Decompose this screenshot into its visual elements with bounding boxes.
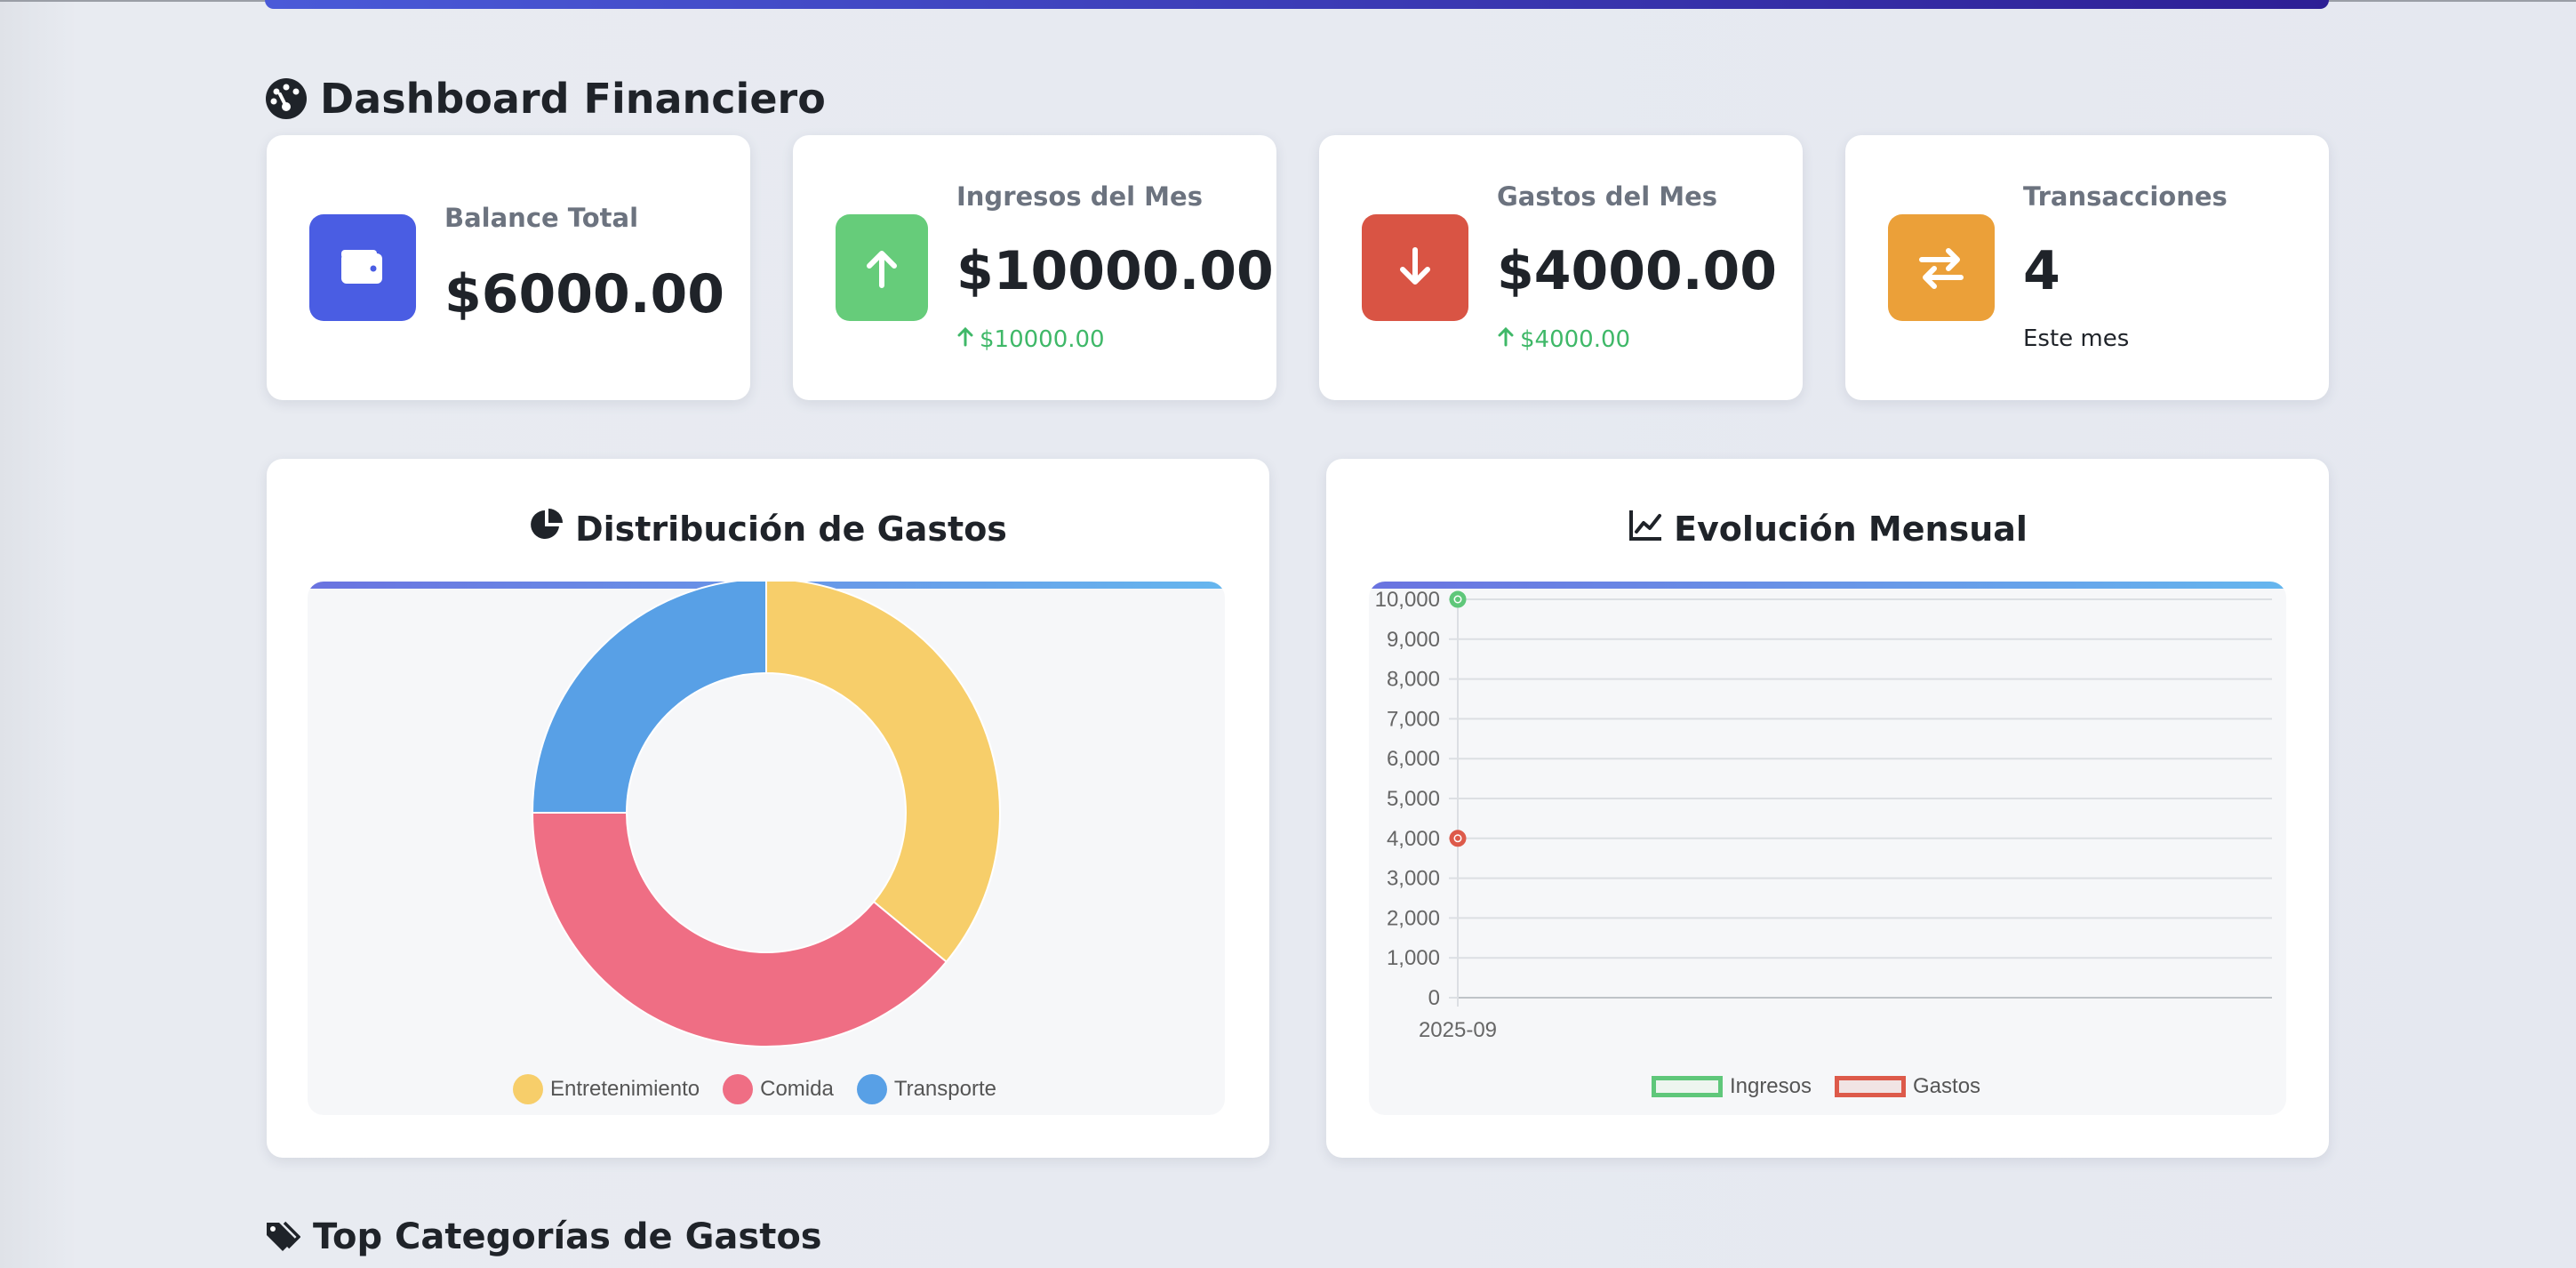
y-tick-label: 0 [1428, 986, 1440, 1010]
stat-value: 4 [2023, 240, 2060, 302]
pie-slice-transporte[interactable] [531, 582, 767, 814]
stat-change-text: $4000.00 [1520, 325, 1631, 353]
y-tick-label: 7,000 [1387, 707, 1440, 731]
y-tick-label: 3,000 [1387, 867, 1440, 891]
arrow-up-small-icon [1497, 325, 1515, 353]
y-tick-label: 10,000 [1375, 588, 1440, 612]
legend-label: Ingresos [1729, 1074, 1812, 1098]
stat-change: $10000.00 [956, 325, 1105, 353]
stat-label: Transacciones [2023, 181, 2228, 212]
evolution-title-text: Evolución Mensual [1674, 509, 2028, 549]
stat-label: Ingresos del Mes [956, 181, 1203, 212]
x-tick-label: 2025-09 [1419, 1018, 1497, 1042]
y-tick-label: 8,000 [1387, 668, 1440, 692]
legend-item[interactable]: Ingresos [1651, 1074, 1812, 1099]
stat-change-text: $10000.00 [980, 325, 1105, 353]
evolution-legend: Ingresos Gastos [1369, 1074, 2286, 1099]
pie-slice-comida[interactable] [531, 812, 948, 1047]
y-tick-label: 4,000 [1387, 827, 1440, 851]
exchange-icon [1888, 214, 1995, 321]
pie-slice-entretenimiento[interactable] [765, 582, 1001, 964]
legend-label: Comida [760, 1077, 834, 1101]
distribution-legend: Entretenimiento Comida Transporte [308, 1074, 1225, 1104]
y-tick-label: 9,000 [1387, 628, 1440, 652]
legend-item[interactable]: Entretenimiento [513, 1074, 700, 1104]
legend-item[interactable]: Comida [723, 1074, 834, 1104]
stat-card-income: Ingresos del Mes $10000.00 $10000.00 [793, 135, 1276, 400]
arrow-down-icon [1362, 214, 1468, 321]
stat-value: $10000.00 [956, 240, 1274, 302]
line-chart-icon [1628, 507, 1663, 550]
stat-value: $4000.00 [1497, 240, 1778, 302]
stat-value: $6000.00 [444, 263, 725, 325]
stat-card-balance: Balance Total $6000.00 [267, 135, 750, 400]
arrow-up-icon [836, 214, 928, 321]
data-point-core [1455, 835, 1460, 841]
stat-change: $4000.00 [1497, 325, 1630, 353]
top-categories-title: Top Categorías de Gastos [265, 1216, 822, 1257]
evolution-panel: Evolución Mensual 10,000 9,000 8,000 7,000 6… [1326, 459, 2329, 1158]
legend-swatch [1835, 1076, 1907, 1097]
page-title: Dashboard Financiero [265, 75, 826, 123]
arrow-up-small-icon [956, 325, 974, 353]
distribution-title-text: Distribución de Gastos [575, 509, 1007, 549]
stat-card-expenses: Gastos del Mes $4000.00 $4000.00 [1319, 135, 1803, 400]
distribution-title: Distribución de Gastos [267, 507, 1269, 550]
page-title-text: Dashboard Financiero [320, 75, 826, 123]
legend-item[interactable]: Transporte [856, 1074, 996, 1104]
tags-icon [265, 1219, 300, 1255]
header-bar [265, 0, 2329, 9]
donut-chart [531, 582, 1001, 1047]
evolution-chart: 10,000 9,000 8,000 7,000 6,000 5,000 4,000 3,00… [1369, 582, 2286, 1115]
stat-label: Gastos del Mes [1497, 181, 1718, 212]
y-tick-label: 1,000 [1387, 946, 1440, 970]
stat-label: Balance Total [444, 203, 639, 233]
stat-card-transactions: Transacciones 4 Este mes [1845, 135, 2329, 400]
distribution-chart: Entretenimiento Comida Transporte [308, 582, 1225, 1115]
legend-swatch [723, 1074, 754, 1104]
top-categories-title-text: Top Categorías de Gastos [313, 1216, 822, 1257]
legend-label: Transporte [893, 1077, 996, 1101]
y-tick-label: 6,000 [1387, 747, 1440, 771]
legend-swatch [1651, 1076, 1723, 1097]
pie-chart-icon [529, 507, 564, 550]
stat-note: Este mes [2023, 325, 2130, 352]
legend-item[interactable]: Gastos [1835, 1074, 1980, 1099]
data-point-core [1455, 597, 1460, 602]
evolution-title: Evolución Mensual [1326, 507, 2329, 550]
line-chart: 10,000 9,000 8,000 7,000 6,000 5,000 4,000 3,00… [1375, 588, 2272, 1042]
legend-label: Gastos [1913, 1074, 1981, 1098]
gauge-icon [265, 77, 308, 120]
legend-swatch [856, 1074, 887, 1104]
legend-swatch [513, 1074, 544, 1104]
distribution-panel: Distribución de Gastos Entretenimiento Co… [267, 459, 1269, 1158]
legend-label: Entretenimiento [550, 1077, 700, 1101]
y-tick-label: 2,000 [1387, 906, 1440, 930]
wallet-icon [309, 214, 416, 321]
y-tick-label: 5,000 [1387, 787, 1440, 811]
